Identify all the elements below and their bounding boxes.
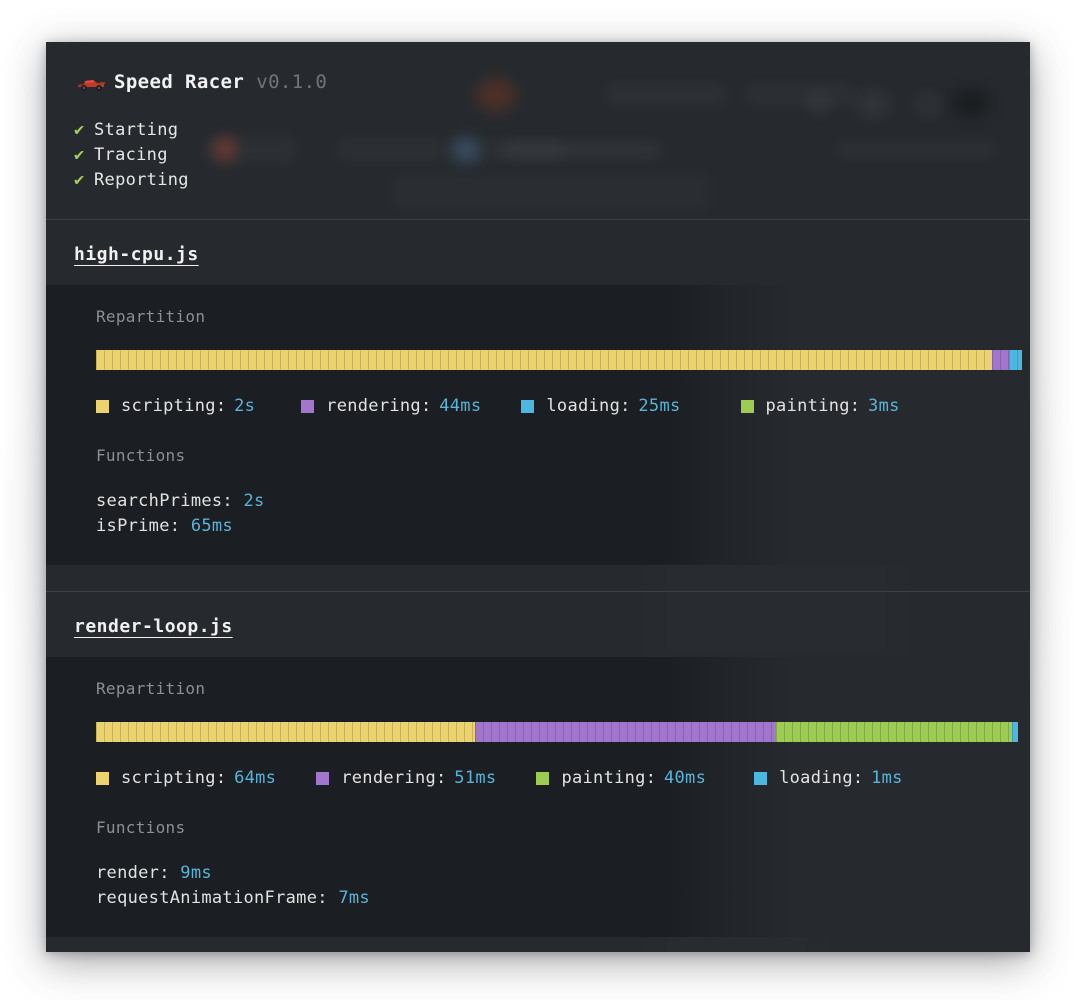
legend-item-painting: painting: 40ms (536, 768, 706, 788)
legend-value: 40ms (663, 768, 707, 788)
check-icon: ✔ (74, 120, 85, 140)
step-label: Tracing (94, 145, 168, 165)
legend-item-rendering: rendering: 44ms (301, 396, 481, 416)
legend-label: loading (779, 768, 853, 788)
screenshot-root: Speed Racer v0.1.0 ✔ Starting ✔ Tracing … (0, 0, 1080, 1000)
startup-steps: ✔ Starting ✔ Tracing ✔ Reporting (46, 118, 1030, 193)
step-label: Starting (94, 120, 179, 140)
repartition-bar (96, 350, 1022, 370)
report-panel: Repartition scripting: 64ms rendering: … (46, 657, 1030, 937)
functions-label: Functions (96, 446, 186, 465)
legend-swatch-loading (521, 399, 535, 413)
check-icon: ✔ (74, 145, 85, 165)
legend-item-rendering: rendering: 51ms (316, 768, 496, 788)
legend-value: 1ms (871, 768, 903, 788)
function-value: 2s (243, 491, 265, 511)
legend-label: scripting (121, 768, 216, 788)
racing-car-icon (76, 72, 106, 92)
legend-item-painting: painting: 3ms (740, 396, 900, 416)
app-version: v0.1.0 (256, 71, 328, 93)
function-name: requestAnimationFrame (96, 888, 318, 908)
bar-segment-scripting (96, 722, 475, 742)
terminal-window: Speed Racer v0.1.0 ✔ Starting ✔ Tracing … (46, 42, 1030, 952)
app-title: Speed Racer (114, 71, 245, 93)
function-value: 65ms (190, 516, 233, 536)
report-render-loop: render-loop.js Repartition scripting: 64… (46, 592, 1030, 937)
legend-label: rendering (341, 768, 437, 788)
legend-value: 2s (234, 396, 256, 416)
repartition-bar (96, 722, 1022, 742)
legend-item-loading: loading: 25ms (521, 396, 680, 416)
step-item: ✔ Tracing (74, 143, 1030, 168)
functions-list: render: 9ms requestAnimationFrame: 7ms (46, 861, 1030, 911)
legend-label: scripting (121, 396, 216, 416)
legend-item-scripting: scripting: 2s (96, 396, 255, 416)
function-row: requestAnimationFrame: 7ms (96, 888, 370, 908)
step-item: ✔ Reporting (74, 168, 1030, 193)
legend-swatch-rendering (316, 771, 330, 785)
bar-segment-rendering (475, 722, 776, 742)
report-file-name[interactable]: render-loop.js (46, 616, 233, 637)
function-value: 9ms (180, 863, 212, 883)
legend-value: 51ms (454, 768, 497, 788)
app-header: Speed Racer v0.1.0 ✔ Starting ✔ Tracing … (46, 42, 1030, 220)
legend-value: 44ms (439, 396, 482, 416)
legend-label: loading (546, 396, 621, 416)
legend-item-scripting: scripting: 64ms (96, 768, 276, 788)
bar-segment-painting (776, 722, 1012, 742)
legend-label: rendering (326, 396, 421, 416)
terminal-content: Speed Racer v0.1.0 ✔ Starting ✔ Tracing … (46, 42, 1030, 952)
legend-swatch-loading (754, 771, 768, 785)
repartition-legend: scripting: 2s rendering: 44ms loading: 2… (96, 396, 1030, 416)
legend-swatch-scripting (96, 771, 109, 785)
app-title-row: Speed Racer v0.1.0 (46, 68, 1030, 96)
function-name: isPrime (96, 516, 170, 536)
legend-swatch-painting (740, 399, 754, 413)
report-high-cpu: high-cpu.js Repartition scripting: 2s re… (46, 220, 1030, 592)
step-label: Reporting (94, 170, 189, 190)
function-row: searchPrimes: 2s (96, 491, 265, 511)
repartition-label: Repartition (96, 679, 206, 698)
function-name: render (96, 863, 160, 883)
repartition-label: Repartition (96, 307, 206, 326)
function-name: searchPrimes (96, 491, 223, 511)
functions-label: Functions (96, 818, 186, 837)
legend-value: 3ms (868, 396, 900, 416)
legend-label: painting (765, 396, 850, 416)
repartition-legend: scripting: 64ms rendering: 51ms painting… (96, 768, 1030, 788)
report-panel: Repartition scripting: 2s rendering: 44… (46, 285, 1030, 565)
bar-segment-loading (1012, 722, 1018, 742)
report-file-name[interactable]: high-cpu.js (46, 244, 199, 265)
functions-list: searchPrimes: 2s isPrime: 65ms (46, 489, 1030, 539)
function-value: 7ms (338, 888, 370, 908)
legend-item-loading: loading: 1ms (754, 768, 903, 788)
legend-swatch-scripting (96, 399, 109, 413)
check-icon: ✔ (74, 170, 85, 190)
legend-value: 64ms (234, 768, 277, 788)
bar-segment-rendering (992, 350, 1009, 370)
bar-segment-loading (1009, 350, 1022, 370)
legend-label: painting (561, 768, 646, 788)
legend-value: 25ms (638, 396, 681, 416)
function-row: render: 9ms (96, 863, 212, 883)
bar-segment-scripting (96, 350, 992, 370)
step-item: ✔ Starting (74, 118, 1030, 143)
legend-swatch-rendering (301, 399, 315, 413)
legend-swatch-painting (536, 771, 550, 785)
function-row: isPrime: 65ms (96, 516, 233, 536)
